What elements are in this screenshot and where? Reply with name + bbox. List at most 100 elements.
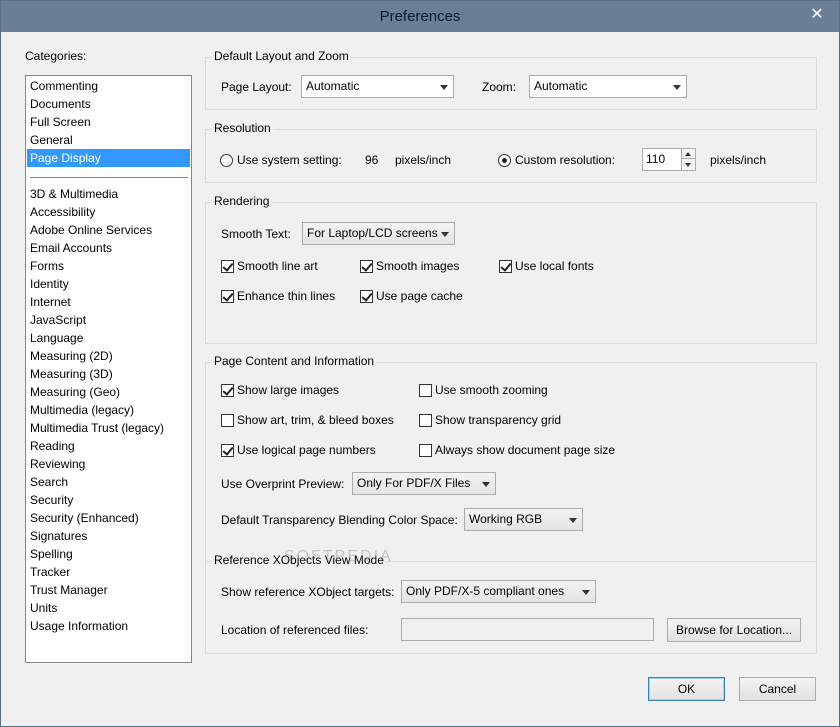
system-setting-label[interactable]: Use system setting:: [237, 153, 342, 167]
zoom-label: Zoom:: [482, 80, 517, 94]
category-item[interactable]: Accessibility: [27, 203, 190, 221]
close-icon[interactable]: ✕: [807, 6, 827, 24]
chevron-up-icon[interactable]: [682, 149, 695, 159]
category-item[interactable]: Email Accounts: [27, 239, 190, 257]
category-item[interactable]: JavaScript: [27, 311, 190, 329]
category-item[interactable]: Full Screen: [27, 113, 190, 131]
category-item[interactable]: Measuring (2D): [27, 347, 190, 365]
overprint-preview-label: Use Overprint Preview:: [221, 477, 345, 491]
category-item[interactable]: Reviewing: [27, 455, 190, 473]
zoom-value: Automatic: [534, 79, 588, 93]
category-item[interactable]: Forms: [27, 257, 190, 275]
custom-resolution-radio[interactable]: [498, 154, 511, 167]
referenced-files-location-label: Location of referenced files:: [221, 623, 369, 637]
group-resolution: Resolution Use system setting: 96 pixels…: [205, 121, 817, 183]
window-title: Preferences: [379, 8, 461, 25]
category-item[interactable]: General: [27, 131, 190, 149]
smooth-text-label: Smooth Text:: [221, 227, 291, 241]
category-item[interactable]: Page Display: [27, 149, 190, 167]
chevron-down-icon: [580, 581, 592, 602]
category-item[interactable]: Identity: [27, 275, 190, 293]
show-art-trim-checkbox[interactable]: [221, 414, 234, 427]
blending-color-space-select[interactable]: Working RGB: [464, 508, 583, 531]
custom-resolution-input[interactable]: 110: [642, 148, 682, 171]
use-smooth-zooming-checkbox[interactable]: [419, 384, 432, 397]
category-item[interactable]: Usage Information: [27, 617, 190, 635]
cancel-button[interactable]: Cancel: [739, 677, 816, 701]
dialog-body: Categories: Commenting Documents Full Scre…: [9, 32, 831, 720]
category-item[interactable]: Measuring (3D): [27, 365, 190, 383]
category-item[interactable]: 3D & Multimedia: [27, 185, 190, 203]
system-setting-radio[interactable]: [220, 154, 233, 167]
show-transparency-grid-checkbox[interactable]: [419, 414, 432, 427]
custom-resolution-label[interactable]: Custom resolution:: [515, 153, 615, 167]
group-xobjects: Reference XObjects View Mode Show refere…: [205, 553, 817, 654]
category-item[interactable]: Documents: [27, 95, 190, 113]
chevron-down-icon[interactable]: [682, 160, 695, 170]
category-item[interactable]: Internet: [27, 293, 190, 311]
category-item[interactable]: Reading: [27, 437, 190, 455]
categories-label: Categories:: [25, 49, 87, 63]
use-page-cache-label[interactable]: Use page cache: [376, 289, 463, 303]
use-local-fonts-label[interactable]: Use local fonts: [515, 259, 594, 273]
page-layout-label: Page Layout:: [221, 80, 292, 94]
use-logical-page-numbers-checkbox[interactable]: [221, 444, 234, 457]
page-layout-select[interactable]: Automatic: [301, 75, 454, 98]
use-logical-page-numbers-label[interactable]: Use logical page numbers: [237, 443, 376, 457]
category-item[interactable]: Commenting: [27, 77, 190, 95]
category-item[interactable]: Multimedia (legacy): [27, 401, 190, 419]
chevron-down-icon: [438, 76, 450, 97]
show-large-images-checkbox[interactable]: [221, 384, 234, 397]
category-item[interactable]: Trust Manager: [27, 581, 190, 599]
use-smooth-zooming-label[interactable]: Use smooth zooming: [435, 383, 548, 397]
group-title-resolution: Resolution: [212, 121, 273, 135]
title-bar[interactable]: Preferences ✕: [1, 1, 839, 32]
always-show-page-size-checkbox[interactable]: [419, 444, 432, 457]
overprint-preview-select[interactable]: Only For PDF/X Files: [352, 472, 496, 495]
enhance-thin-lines-label[interactable]: Enhance thin lines: [237, 289, 335, 303]
chevron-down-icon: [480, 473, 492, 494]
show-transparency-grid-label[interactable]: Show transparency grid: [435, 413, 561, 427]
smooth-line-art-checkbox[interactable]: [221, 260, 234, 273]
smooth-images-label[interactable]: Smooth images: [376, 259, 459, 273]
page-layout-value: Automatic: [306, 79, 360, 93]
overprint-preview-value: Only For PDF/X Files: [357, 476, 471, 490]
always-show-page-size-label[interactable]: Always show document page size: [435, 443, 615, 457]
watermark: SOFTPEDIA: [284, 548, 393, 565]
use-page-cache-checkbox[interactable]: [360, 290, 373, 303]
enhance-thin-lines-checkbox[interactable]: [221, 290, 234, 303]
system-setting-value: 96: [365, 153, 379, 167]
category-item[interactable]: Language: [27, 329, 190, 347]
blending-color-space-label: Default Transparency Blending Color Spac…: [221, 513, 458, 527]
category-item[interactable]: Units: [27, 599, 190, 617]
category-item[interactable]: Signatures: [27, 527, 190, 545]
ok-button[interactable]: OK: [648, 677, 725, 701]
category-item[interactable]: Measuring (Geo): [27, 383, 190, 401]
referenced-files-location-input[interactable]: [401, 618, 654, 641]
category-item[interactable]: Adobe Online Services: [27, 221, 190, 239]
smooth-line-art-label[interactable]: Smooth line art: [237, 259, 318, 273]
show-large-images-label[interactable]: Show large images: [237, 383, 339, 397]
xobject-targets-value: Only PDF/X-5 compliant ones: [406, 584, 565, 598]
chevron-down-icon: [567, 509, 579, 530]
browse-location-button[interactable]: Browse for Location...: [667, 618, 801, 642]
use-local-fonts-checkbox[interactable]: [499, 260, 512, 273]
category-item[interactable]: Security (Enhanced): [27, 509, 190, 527]
smooth-images-checkbox[interactable]: [360, 260, 373, 273]
category-item[interactable]: Security: [27, 491, 190, 509]
categories-separator: [30, 177, 188, 178]
show-art-trim-label[interactable]: Show art, trim, & bleed boxes: [237, 413, 394, 427]
category-item[interactable]: Spelling: [27, 545, 190, 563]
xobject-targets-select[interactable]: Only PDF/X-5 compliant ones: [401, 580, 596, 603]
group-layout-zoom: Default Layout and Zoom Page Layout: Aut…: [205, 49, 817, 110]
xobject-targets-label: Show reference XObject targets:: [221, 585, 395, 599]
zoom-select[interactable]: Automatic: [529, 75, 687, 98]
category-item[interactable]: Multimedia Trust (legacy): [27, 419, 190, 437]
category-item[interactable]: Tracker: [27, 563, 190, 581]
group-rendering: Rendering Smooth Text: For Laptop/LCD sc…: [205, 194, 817, 344]
system-setting-unit: pixels/inch: [395, 153, 452, 167]
smooth-text-select[interactable]: For Laptop/LCD screens: [302, 222, 455, 245]
category-item[interactable]: Search: [27, 473, 190, 491]
categories-list[interactable]: Commenting Documents Full Screen General Pag…: [25, 75, 192, 663]
resolution-stepper[interactable]: [681, 148, 696, 171]
